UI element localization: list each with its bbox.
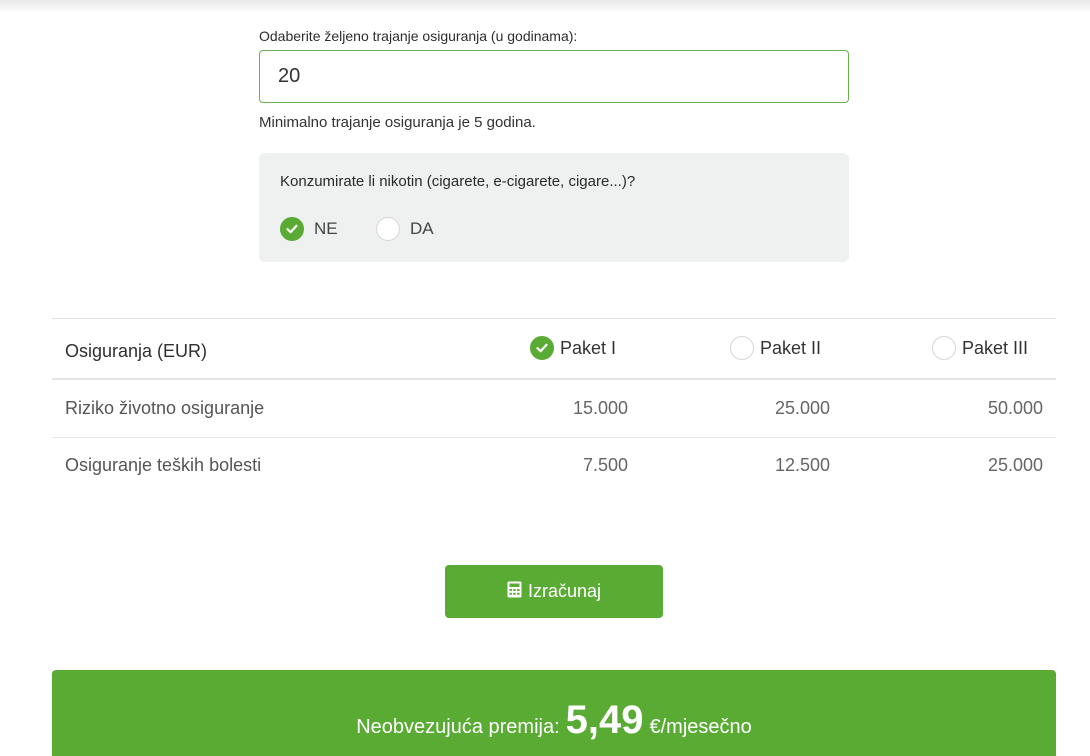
cell-value: 12.500 — [774, 455, 830, 475]
premium-result: Neobvezujuća premija: 5,49 €/mjesečno — [52, 670, 1056, 756]
table-row: Riziko životno osiguranje 15.000 25.000 … — [52, 381, 1056, 438]
premium-unit: €/mjesečno — [649, 716, 752, 738]
nicotine-yes-label: DA — [410, 219, 434, 238]
calculate-button[interactable]: Izračunaj — [445, 565, 663, 618]
radio-circle-icon — [376, 217, 400, 241]
duration-label: Odaberite željeno trajanje osiguranja (u… — [259, 28, 578, 44]
package-2-radio[interactable]: Paket II — [730, 336, 821, 360]
table-title: Osiguranja (EUR) — [65, 341, 208, 361]
table-header: Osiguranja (EUR) Paket I Paket II Paket … — [52, 319, 1056, 380]
row-label: Osiguranje teških bolesti — [65, 455, 262, 475]
nicotine-no-label: NE — [314, 219, 338, 238]
check-icon — [530, 336, 554, 360]
check-icon — [280, 217, 304, 241]
cell-value: 25.000 — [987, 455, 1043, 475]
radio-circle-icon — [932, 336, 956, 360]
nicotine-panel: Konzumirate li nikotin (cigarete, e-ciga… — [259, 153, 849, 262]
radio-circle-icon — [730, 336, 754, 360]
table-row: Osiguranje teških bolesti 7.500 12.500 2… — [52, 438, 1056, 495]
duration-hint: Minimalno trajanje osiguranja je 5 godin… — [259, 114, 536, 131]
package-2-label: Paket II — [760, 337, 822, 358]
row-label: Riziko životno osiguranje — [65, 398, 265, 418]
cell-value: 50.000 — [987, 398, 1043, 418]
calculator-icon — [507, 581, 522, 603]
package-3-radio[interactable]: Paket III — [932, 336, 1028, 360]
cell-value: 7.500 — [582, 455, 628, 475]
cell-value: 15.000 — [572, 398, 628, 418]
nicotine-yes-radio[interactable]: DA — [376, 217, 434, 241]
cell-value: 25.000 — [774, 398, 830, 418]
premium-amount: 5,49 — [565, 698, 644, 742]
package-1-radio[interactable]: Paket I — [530, 336, 616, 360]
header-shadow — [0, 0, 1090, 14]
premium-label: Neobvezujuća premija: — [356, 716, 560, 738]
calculate-label: Izračunaj — [527, 581, 602, 601]
nicotine-question: Konzumirate li nikotin (cigarete, e-ciga… — [280, 173, 636, 190]
nicotine-no-radio[interactable]: NE — [280, 217, 338, 241]
duration-input[interactable] — [259, 50, 849, 103]
package-1-label: Paket I — [560, 337, 617, 358]
package-3-label: Paket III — [962, 337, 1029, 358]
